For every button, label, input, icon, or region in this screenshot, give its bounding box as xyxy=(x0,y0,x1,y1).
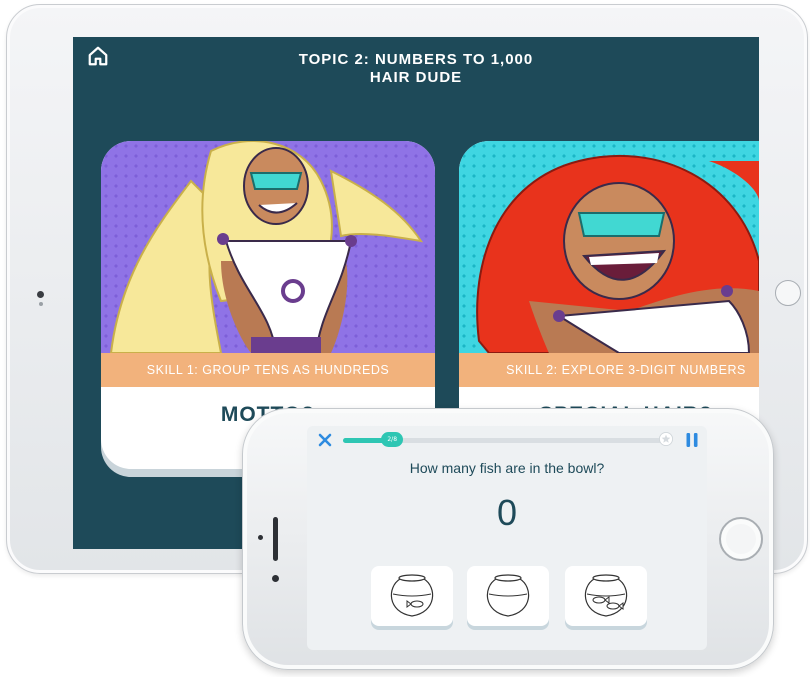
pause-icon[interactable] xyxy=(685,432,699,448)
progress-bar: 2/8 xyxy=(343,432,668,447)
card-illustration-blonde-hero xyxy=(101,141,435,354)
topic-title: TOPIC 2: NUMBERS TO 1,000 xyxy=(298,51,534,68)
answer-choice-3[interactable] xyxy=(565,566,647,626)
tablet-sensor xyxy=(39,302,43,306)
phone-device: 2/8 How many fish are in the bowl? 0 xyxy=(242,408,774,670)
answer-display: 0 xyxy=(496,492,518,533)
phone-home-button[interactable] xyxy=(719,517,763,561)
phone-speaker xyxy=(273,517,278,561)
answer-choice-2[interactable] xyxy=(467,566,549,626)
card-illustration-redhead-hero xyxy=(459,141,759,354)
tablet-home-button[interactable] xyxy=(775,280,801,306)
fishbowl-with-one-fish-icon xyxy=(390,574,434,617)
phone-camera xyxy=(258,535,263,540)
empty-fishbowl-icon xyxy=(486,574,530,617)
phone-sensor xyxy=(272,575,279,582)
close-icon[interactable] xyxy=(317,432,333,448)
topic-subtitle: HAIR DUDE xyxy=(369,69,463,86)
skill-label: SKILL 1: GROUP TENS AS HUNDREDS xyxy=(101,353,435,387)
tablet-camera xyxy=(37,291,44,298)
answer-choice-1[interactable] xyxy=(371,566,453,626)
star-icon xyxy=(659,432,673,446)
phone-screen: 2/8 How many fish are in the bowl? 0 xyxy=(307,426,707,650)
skill-label: SKILL 2: EXPLORE 3-DIGIT NUMBERS xyxy=(459,353,759,387)
fishbowl-with-two-fish-icon xyxy=(584,574,628,617)
question-text: How many fish are in the bowl? xyxy=(409,460,605,476)
progress-counter: 2/8 xyxy=(381,432,404,447)
topic-header: TOPIC 2: NUMBERS TO 1,000 HAIR DUDE xyxy=(73,51,759,87)
